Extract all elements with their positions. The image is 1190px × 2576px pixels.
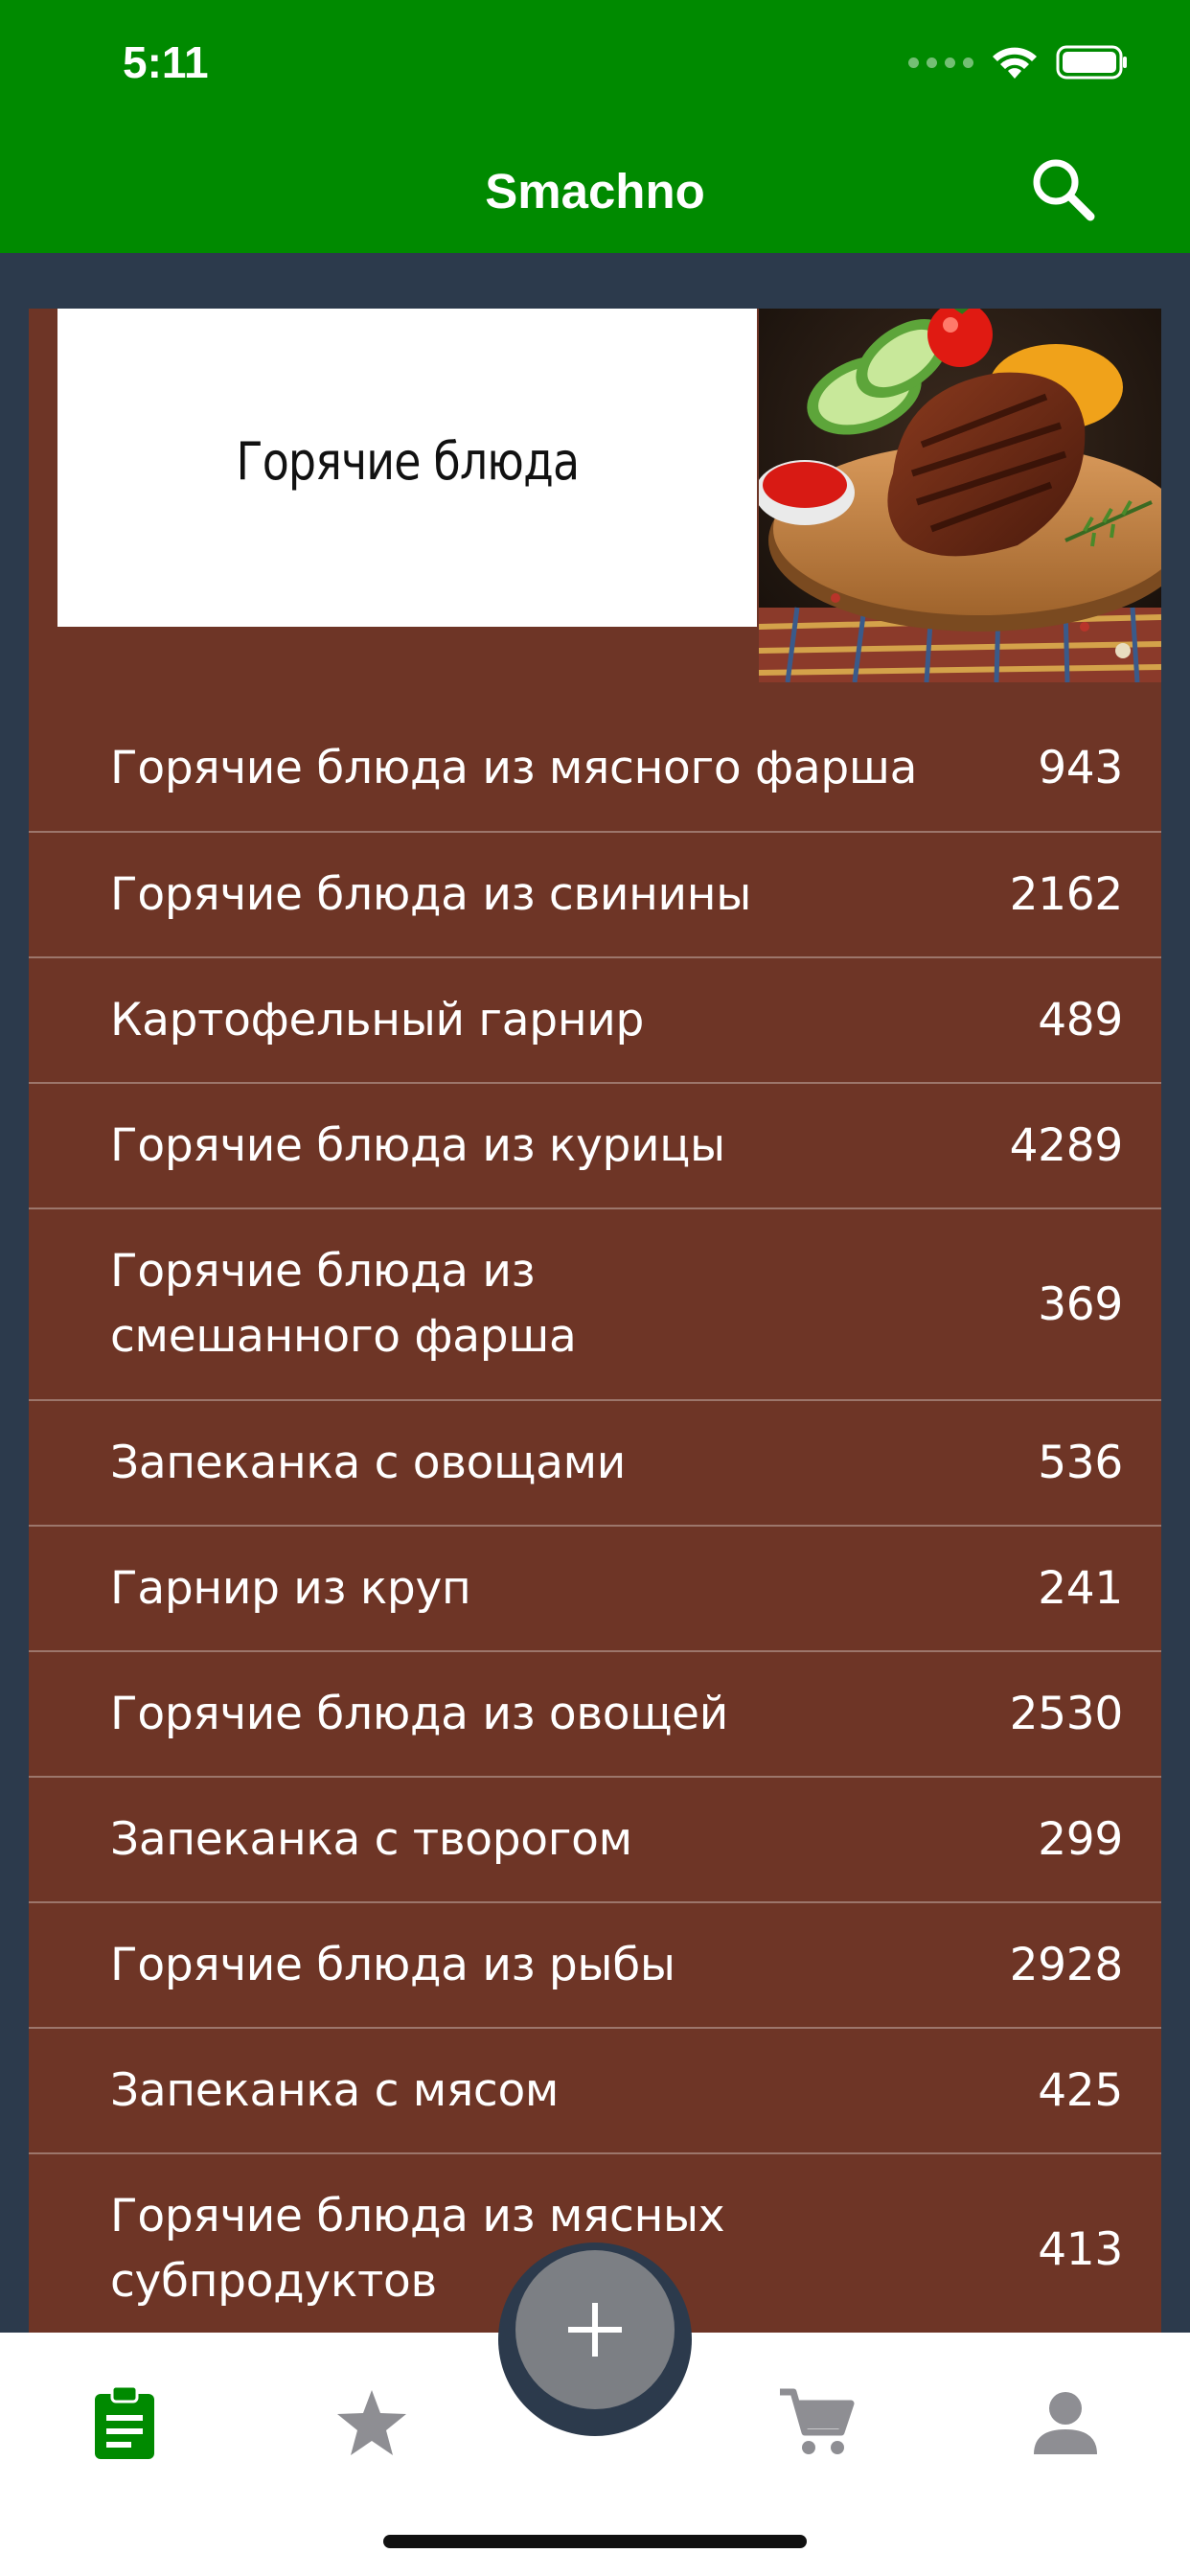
list-item-label: Запеканка с творогом [110, 1812, 632, 1866]
star-icon [337, 2390, 406, 2455]
list-item-count: 2162 [1009, 868, 1124, 921]
list-item-label: Горячие блюда из мясного фарша [110, 741, 918, 794]
app-header: 5:11 Smachno [0, 0, 1190, 253]
home-indicator [383, 2535, 807, 2548]
clipboard-icon [95, 2384, 154, 2459]
category-header[interactable]: Горячие блюда [57, 309, 757, 627]
cart-icon [780, 2388, 855, 2454]
list-item-count: 2530 [1009, 1688, 1124, 1740]
app-title: Smachno [485, 164, 705, 218]
list-item-count: 4289 [1009, 1119, 1124, 1172]
plus-icon [568, 2303, 622, 2357]
list-item-count: 369 [1038, 1277, 1123, 1331]
list-item-count: 425 [1038, 2064, 1123, 2117]
list-item-count: 299 [1038, 1813, 1123, 1866]
list-item[interactable]: Горячие блюда из рыбы 2928 [29, 1901, 1161, 2027]
add-button[interactable] [515, 2250, 675, 2409]
wifi-icon [993, 47, 1037, 79]
list-item-label: Картофельный гарнир [110, 993, 645, 1046]
list-item[interactable]: Горячие блюда из курицы 4289 [29, 1082, 1161, 1208]
tab-favorites[interactable] [324, 2375, 420, 2471]
list-item[interactable]: Запеканка с мясом 425 [29, 2027, 1161, 2152]
list-item[interactable]: Горячие блюда из мясного фарша 943 [29, 705, 1161, 831]
list-item-count: 943 [1038, 742, 1123, 794]
search-icon [1033, 159, 1095, 221]
list-item[interactable]: Запеканка с овощами 536 [29, 1399, 1161, 1525]
list-item[interactable]: Запеканка с творогом 299 [29, 1776, 1161, 1901]
list-item-count: 2928 [1009, 1939, 1124, 1991]
tab-cart[interactable] [768, 2375, 864, 2471]
category-card: Горячие блюда Горячие блюда из мясного ф… [29, 309, 1161, 2333]
list-item-label: Горячие блюда из свинины [110, 867, 751, 921]
list-item-label: Запеканка с мясом [110, 2063, 560, 2117]
list-item[interactable]: Горячие блюда из свинины 2162 [29, 831, 1161, 956]
list-item-label: Горячие блюда из овощей [110, 1687, 729, 1740]
cellular-signal-icon [908, 57, 973, 68]
list-item[interactable]: Картофельный гарнир 489 [29, 956, 1161, 1082]
list-item[interactable]: Горячие блюда из смешанного фарша 369 [29, 1208, 1161, 1399]
status-icons [908, 44, 1129, 80]
list-item[interactable]: Гарнир из круп 241 [29, 1525, 1161, 1650]
list-item-label: Горячие блюда из курицы [110, 1118, 725, 1172]
list-item-label: Гарнир из круп [110, 1561, 471, 1615]
search-button[interactable] [1027, 153, 1100, 226]
list-item-count: 413 [1038, 2222, 1123, 2276]
category-title: Горячие блюда [236, 430, 580, 492]
person-icon [1034, 2392, 1097, 2454]
list-item-label: Горячие блюда из смешанного фарша [110, 1245, 577, 1363]
list-item[interactable]: Горячие блюда из овощей 2530 [29, 1650, 1161, 1776]
list-item-count: 489 [1038, 994, 1123, 1046]
battery-icon [1056, 45, 1127, 80]
status-time: 5:11 [123, 37, 209, 87]
subcategory-list: Горячие блюда из мясного фарша 943 Горяч… [29, 705, 1161, 2333]
list-item-count: 536 [1038, 1437, 1123, 1489]
category-image [759, 309, 1161, 682]
list-item-label: Горячие блюда из рыбы [110, 1938, 675, 1991]
list-item-count: 241 [1038, 1562, 1123, 1615]
tab-recipes[interactable] [77, 2375, 172, 2471]
tab-profile[interactable] [1018, 2375, 1113, 2471]
list-item-label: Запеканка с овощами [110, 1436, 626, 1489]
